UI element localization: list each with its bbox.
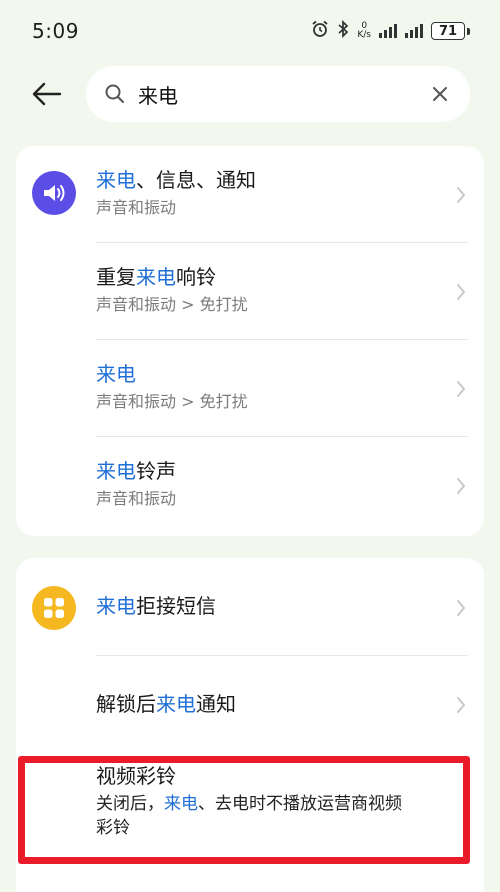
- results-card-sound: 来电、信息、通知 声音和振动 重复来电响铃 声音和振动 > 免打扰 来电 声音和…: [16, 146, 484, 536]
- result-text: 来电拒接短信: [96, 592, 434, 620]
- result-subtitle: 声音和振动 > 免打扰: [96, 295, 248, 314]
- chevron-right-icon: [454, 597, 468, 619]
- bluetooth-icon: [337, 19, 349, 42]
- result-item-calls-messages-notifications[interactable]: 来电、信息、通知 声音和振动: [16, 146, 484, 243]
- chevron-right-icon: [454, 184, 468, 206]
- signal-icon: [379, 24, 397, 38]
- result-text: 来电铃声 声音和振动: [96, 457, 434, 511]
- back-button[interactable]: [30, 78, 64, 110]
- close-icon: [433, 87, 447, 101]
- chevron-right-icon: [454, 475, 468, 497]
- result-text: 来电、信息、通知 声音和振动: [96, 166, 434, 220]
- alarm-icon: [311, 20, 329, 42]
- result-text: 重复来电响铃 声音和振动 > 免打扰: [96, 263, 434, 317]
- result-title: 来电: [96, 362, 136, 386]
- clear-search-button[interactable]: [428, 82, 452, 106]
- result-text: 解锁后来电通知: [96, 690, 434, 718]
- status-icons: 0 K/s 71: [311, 19, 470, 42]
- result-item-reject-sms[interactable]: 来电拒接短信: [16, 558, 484, 656]
- result-title: 来电、信息、通知: [96, 168, 256, 192]
- chevron-right-icon: [454, 694, 468, 716]
- search-icon: [105, 84, 124, 103]
- result-item-unlock-call-notification[interactable]: 解锁后来电通知: [16, 656, 484, 752]
- network-speed: 0 K/s: [357, 21, 371, 40]
- result-item-incoming-call[interactable]: 来电 声音和振动 > 免打扰: [16, 340, 484, 437]
- result-title: 重复来电响铃: [96, 265, 216, 289]
- result-subtitle: 声音和振动: [96, 489, 177, 508]
- speaker-icon: [32, 171, 76, 215]
- result-title: 来电拒接短信: [96, 594, 216, 618]
- search-box[interactable]: [86, 66, 470, 122]
- annotation-highlight-box: [18, 756, 470, 864]
- status-bar: 5:09 0 K/s 71: [0, 0, 500, 62]
- result-item-ringtone[interactable]: 来电铃声 声音和振动: [16, 437, 484, 534]
- result-subtitle: 声音和振动: [96, 198, 177, 217]
- battery-level: 71: [431, 22, 465, 40]
- chevron-right-icon: [454, 281, 468, 303]
- battery-indicator: 71: [431, 22, 470, 40]
- apps-grid-icon: [32, 586, 76, 630]
- result-item-repeat-call-ring[interactable]: 重复来电响铃 声音和振动 > 免打扰: [16, 243, 484, 340]
- arrow-left-icon: [32, 82, 62, 106]
- result-subtitle: 声音和振动 > 免打扰: [96, 392, 248, 411]
- status-time: 5:09: [32, 19, 79, 43]
- result-title: 解锁后来电通知: [96, 692, 236, 716]
- battery-tip: [467, 27, 470, 35]
- search-input[interactable]: [138, 82, 428, 106]
- search-row: [0, 66, 500, 122]
- result-title: 来电铃声: [96, 459, 176, 483]
- chevron-right-icon: [454, 378, 468, 400]
- signal-icon-2: [405, 24, 423, 38]
- result-text: 来电 声音和振动 > 免打扰: [96, 360, 434, 414]
